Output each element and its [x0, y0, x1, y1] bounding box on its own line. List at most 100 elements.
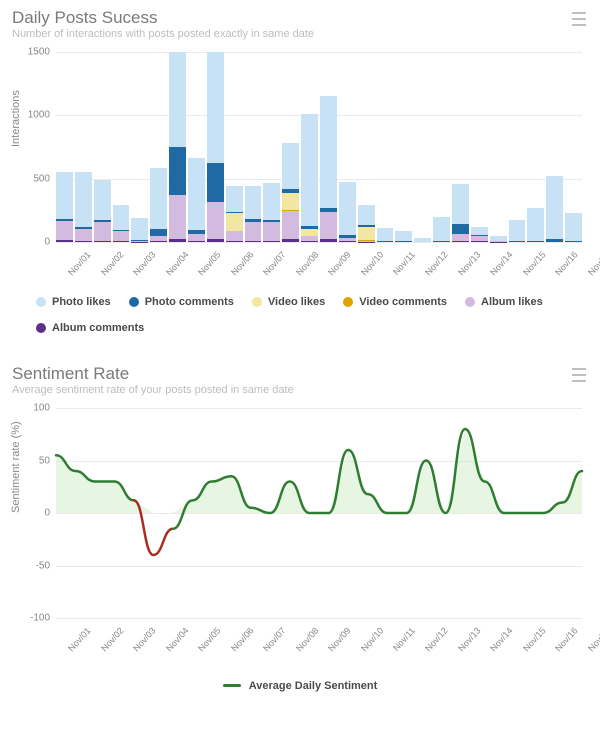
bar-column[interactable]	[263, 52, 280, 242]
y-tick-label: 1000	[18, 110, 50, 121]
bar-segment	[94, 180, 111, 221]
sentiment-line[interactable]	[173, 429, 582, 529]
chart2-title: Sentiment Rate	[12, 364, 294, 384]
bar-segment	[452, 234, 469, 242]
bar-segment	[150, 229, 167, 237]
bar-segment	[113, 241, 130, 242]
line-plot-area: Sentiment rate (%) -100-50050100	[56, 408, 582, 618]
bar-column[interactable]	[433, 52, 450, 242]
legend-item[interactable]: Album likes	[465, 296, 543, 308]
bar-segment	[169, 52, 186, 147]
bar-segment	[94, 241, 111, 242]
bar-column[interactable]	[377, 52, 394, 242]
bar-column[interactable]	[320, 52, 337, 242]
legend-label: Video comments	[359, 296, 447, 308]
bar-segment	[263, 222, 280, 241]
bar-column[interactable]	[301, 52, 318, 242]
bar-segment	[226, 241, 243, 242]
x-axis-1: Nov/01Nov/02Nov/03Nov/04Nov/05Nov/06Nov/…	[56, 248, 582, 276]
bar-segment	[75, 229, 92, 241]
bar-column[interactable]	[282, 52, 299, 242]
y-tick-label: 0	[18, 237, 50, 248]
bar-segment	[358, 227, 375, 240]
bar-column[interactable]	[339, 52, 356, 242]
hamburger-menu-icon[interactable]	[572, 12, 588, 26]
bar-segment	[320, 239, 337, 242]
legend-label: Album likes	[481, 296, 543, 308]
chart1-title: Daily Posts Sucess	[12, 8, 314, 28]
bar-column[interactable]	[490, 52, 507, 242]
bars-container	[56, 52, 582, 242]
bar-segment	[226, 231, 243, 241]
bar-segment	[452, 184, 469, 225]
bar-segment	[358, 205, 375, 225]
bar-segment	[245, 186, 262, 219]
bar-segment	[207, 202, 224, 239]
legend-swatch	[36, 323, 46, 333]
legend-item[interactable]: Video likes	[252, 296, 325, 308]
bar-column[interactable]	[113, 52, 130, 242]
bar-column[interactable]	[169, 52, 186, 242]
legend-item[interactable]: Album comments	[36, 322, 144, 334]
y-tick-label: -50	[18, 560, 50, 571]
bar-column[interactable]	[527, 52, 544, 242]
bar-segment	[169, 147, 186, 195]
bar-column[interactable]	[188, 52, 205, 242]
bar-column[interactable]	[471, 52, 488, 242]
bar-segment	[150, 168, 167, 229]
bar-column[interactable]	[509, 52, 526, 242]
bar-segment	[226, 186, 243, 211]
legend-item[interactable]: Photo likes	[36, 296, 111, 308]
bar-column[interactable]	[150, 52, 167, 242]
daily-posts-chart: Daily Posts Sucess Number of interaction…	[12, 8, 588, 334]
bar-segment	[471, 227, 488, 235]
y-tick-label: 1500	[18, 47, 50, 58]
legend-2: Average Daily Sentiment	[12, 674, 588, 692]
bar-segment	[395, 231, 412, 241]
bar-segment	[282, 211, 299, 240]
bar-column[interactable]	[414, 52, 431, 242]
bar-column[interactable]	[94, 52, 111, 242]
bar-column[interactable]	[131, 52, 148, 242]
bar-segment	[263, 241, 280, 242]
bar-segment	[56, 172, 73, 219]
bar-column[interactable]	[207, 52, 224, 242]
bar-segment	[301, 114, 318, 225]
bar-segment	[395, 241, 412, 242]
bar-column[interactable]	[56, 52, 73, 242]
bar-segment	[377, 228, 394, 241]
legend-1: Photo likes Photo comments Video likes Vide…	[36, 296, 588, 334]
chart2-subtitle: Average sentiment rate of your posts pos…	[12, 384, 294, 396]
sentiment-rate-chart: Sentiment Rate Average sentiment rate of…	[12, 364, 588, 692]
bar-segment	[169, 239, 186, 242]
bar-column[interactable]	[395, 52, 412, 242]
bar-segment	[433, 217, 450, 241]
bar-segment	[320, 96, 337, 207]
bar-column[interactable]	[245, 52, 262, 242]
bar-column[interactable]	[75, 52, 92, 242]
hamburger-menu-icon[interactable]	[572, 368, 588, 382]
bar-column[interactable]	[452, 52, 469, 242]
bar-segment	[565, 213, 582, 241]
bar-column[interactable]	[358, 52, 375, 242]
bar-segment	[339, 182, 356, 235]
legend-item[interactable]: Photo comments	[129, 296, 234, 308]
bar-segment	[56, 240, 73, 242]
bar-segment	[452, 224, 469, 234]
bar-column[interactable]	[565, 52, 582, 242]
bar-segment	[339, 241, 356, 242]
bar-segment	[527, 208, 544, 241]
bar-segment	[113, 231, 130, 242]
sentiment-line[interactable]	[134, 500, 173, 555]
bar-segment	[282, 193, 299, 211]
bar-segment	[245, 241, 262, 242]
bar-segment	[527, 241, 544, 242]
bar-segment	[188, 241, 205, 242]
bar-segment	[207, 239, 224, 242]
bar-segment	[433, 241, 450, 242]
x-tick-label: Nov/17	[586, 248, 600, 289]
bar-column[interactable]	[226, 52, 243, 242]
bar-segment	[263, 183, 280, 220]
legend-item[interactable]: Video comments	[343, 296, 447, 308]
bar-column[interactable]	[546, 52, 563, 242]
